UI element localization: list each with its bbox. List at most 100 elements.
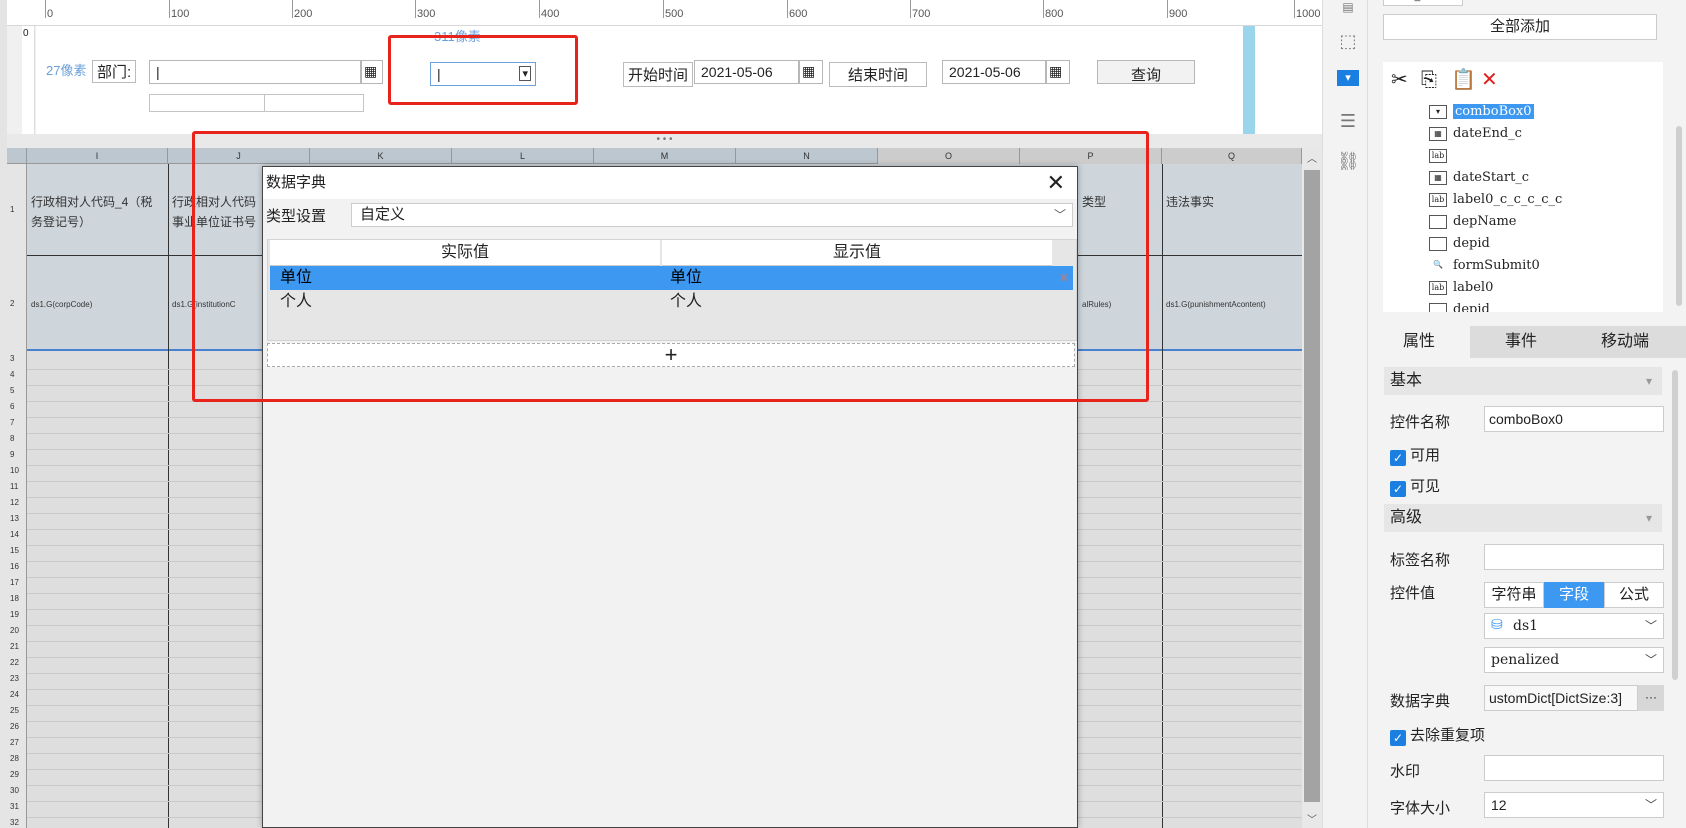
seg-formula[interactable]: 公式 (1604, 582, 1664, 608)
end-date-input[interactable]: 2021-05-06 (942, 60, 1046, 84)
row-number[interactable]: 14 (7, 530, 27, 539)
tree-item-depid[interactable]: depid (1429, 234, 1490, 254)
row-number[interactable]: 19 (7, 610, 27, 619)
link-icon[interactable]: ⛓ (1337, 150, 1360, 172)
row-number[interactable]: 9 (7, 450, 27, 459)
row-number[interactable]: 13 (7, 514, 27, 523)
row-number[interactable]: 11 (7, 482, 27, 491)
chevron-down-icon[interactable]: ﹀ (1645, 796, 1657, 813)
row-number[interactable]: 27 (7, 738, 27, 747)
tree-item-combobox0[interactable]: ▾ comboBox0 (1429, 102, 1534, 122)
row-number[interactable]: 12 (7, 498, 27, 507)
dept-label[interactable]: 部门: (92, 60, 137, 83)
row-number[interactable]: 10 (7, 466, 27, 475)
depid-field[interactable] (264, 94, 364, 112)
section-basic[interactable]: 基本 ▾ (1384, 367, 1662, 395)
column-i[interactable]: I (27, 148, 168, 164)
font-size-select[interactable]: 12 ﹀ (1484, 792, 1664, 818)
end-time-label[interactable]: 结束时间 (829, 62, 928, 87)
tree-item-label[interactable]: lab (1429, 146, 1453, 166)
chevron-down-icon[interactable]: ﹀ (1645, 651, 1657, 668)
combobox-widget-icon[interactable]: ▾ (1337, 70, 1359, 86)
tree-item-datestart[interactable]: ▦ dateStart_c (1429, 168, 1529, 188)
tag-name-input[interactable] (1484, 544, 1664, 570)
form-design-area[interactable]: 27像素 部门: | ▦ 311像素 | ▾ 开始时间 2021-05-06 ▦ … (36, 26, 1322, 134)
tree-item-depid[interactable]: depid (1429, 300, 1490, 312)
check-icon[interactable]: ✓ (1390, 481, 1406, 497)
row-number[interactable]: 15 (7, 546, 27, 555)
copy-icon[interactable]: ⎘ (1421, 68, 1437, 92)
cell-i2[interactable]: ds1.G(corpCode) (27, 256, 168, 353)
enabled-checkbox[interactable]: ✓ 可用 (1390, 444, 1440, 466)
widget-tree[interactable]: ✂ ⎘ 📋 ✕ ▾ comboBox0 ▦ dateEnd_c lab ▦ dateS… (1383, 62, 1663, 312)
depname-field[interactable] (149, 94, 279, 112)
row-number[interactable]: 5 (7, 386, 27, 395)
row-number[interactable]: 30 (7, 786, 27, 795)
check-icon[interactable]: ✓ (1390, 450, 1406, 466)
cell-q1[interactable]: 违法事实 (1162, 164, 1302, 240)
tree-item-formsubmit[interactable]: 🔍 formSubmit0 (1429, 256, 1540, 276)
chevron-up-icon[interactable]: ︿ (1307, 150, 1317, 165)
panel-scrollbar[interactable] (1672, 370, 1678, 680)
row-number[interactable]: 1 (7, 164, 27, 256)
field-select[interactable]: penalized ﹀ (1484, 647, 1664, 673)
grid-scrollbar[interactable]: ︿ ﹀ (1302, 148, 1322, 828)
cut-icon[interactable]: ✂ (1391, 68, 1408, 92)
section-advanced[interactable]: 高级 ▾ (1384, 504, 1662, 532)
row-number[interactable]: 17 (7, 578, 27, 587)
paste-icon[interactable]: 📋 (1451, 68, 1476, 92)
tab-properties[interactable]: 属性 (1368, 326, 1470, 358)
row-number[interactable]: 28 (7, 754, 27, 763)
layout-icon[interactable]: ▤ (1337, 0, 1359, 18)
tree-item-dateend[interactable]: ▦ dateEnd_c (1429, 124, 1522, 144)
datasource-select[interactable]: ⛁ ds1 ﹀ (1484, 613, 1664, 639)
seg-field[interactable]: 字段 (1544, 582, 1604, 608)
row-number[interactable]: 6 (7, 402, 27, 411)
row-number[interactable]: 29 (7, 770, 27, 779)
calendar-icon[interactable]: ▦ (1046, 60, 1070, 84)
column-q[interactable]: Q (1162, 148, 1302, 164)
visible-checkbox[interactable]: ✓ 可见 (1390, 475, 1440, 497)
chevron-down-icon[interactable]: ﹀ (1645, 617, 1657, 634)
tab-events[interactable]: 事件 (1470, 326, 1572, 358)
seg-string[interactable]: 字符串 (1484, 582, 1544, 608)
start-date-input[interactable]: 2021-05-06 (694, 60, 799, 84)
add-all-button[interactable]: 全部添加 (1383, 14, 1657, 40)
tree-picker-icon[interactable]: ▦ (361, 60, 383, 84)
frame-icon[interactable]: ⬚ (1337, 30, 1359, 52)
row-number[interactable]: 23 (7, 674, 27, 683)
row-number[interactable]: 4 (7, 370, 27, 379)
dept-input[interactable]: | (149, 60, 361, 84)
row-number[interactable]: 18 (7, 594, 27, 603)
row-number[interactable]: 31 (7, 802, 27, 811)
control-name-input[interactable]: comboBox0 (1484, 406, 1664, 432)
row-number[interactable]: 25 (7, 706, 27, 715)
calendar-icon[interactable]: ▦ (799, 60, 823, 84)
row-number[interactable]: 32 (7, 818, 27, 827)
cell-i1[interactable]: 行政相对人代码_4（税务登记号） (27, 164, 168, 260)
chevron-down-icon[interactable]: ▾ (1646, 367, 1652, 395)
cell-q2[interactable]: ds1.G(punishmentAcontent) (1162, 256, 1302, 353)
row-number[interactable]: 21 (7, 642, 27, 651)
row-number[interactable]: 2 (7, 256, 27, 351)
tree-item-label0[interactable]: lab label0 (1429, 278, 1493, 298)
list-icon[interactable]: ☰ (1337, 110, 1359, 132)
row-number[interactable]: 24 (7, 690, 27, 699)
row-number[interactable]: 20 (7, 626, 27, 635)
datasource-chip[interactable]: ds_base (1383, 0, 1463, 6)
dict-input[interactable]: ustomDict[DictSize:3] (1484, 685, 1638, 711)
row-number[interactable]: 16 (7, 562, 27, 571)
tree-scrollbar[interactable] (1676, 126, 1682, 306)
delete-icon[interactable]: ✕ (1481, 68, 1498, 92)
scrollbar-thumb[interactable] (1304, 170, 1320, 802)
tab-mobile[interactable]: 移动端 (1574, 326, 1676, 358)
watermark-input[interactable] (1484, 755, 1664, 781)
row-number[interactable]: 3 (7, 354, 27, 363)
start-time-label[interactable]: 开始时间 (623, 62, 694, 87)
chevron-down-icon[interactable]: ▾ (1646, 504, 1652, 532)
row-number[interactable]: 22 (7, 658, 27, 667)
tree-item-label0c[interactable]: lab label0_c_c_c_c_c (1429, 190, 1562, 210)
chevron-down-icon[interactable]: ﹀ (1307, 811, 1317, 826)
dedupe-checkbox[interactable]: ✓ 去除重复项 (1390, 724, 1485, 746)
row-number[interactable]: 8 (7, 434, 27, 443)
